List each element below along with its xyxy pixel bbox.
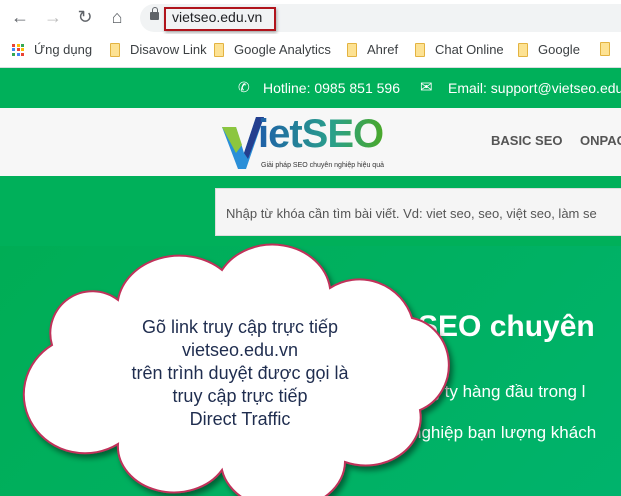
callout-line: vietseo.edu.vn [181, 340, 299, 360]
callout-text: Gõ link truy cập trực tiếp vietseo.edu.v… [90, 316, 390, 431]
callout-line: Gõ link truy cập trực tiếp [141, 317, 339, 337]
callout-line: truy cập trực tiếp [172, 386, 308, 406]
callout-line: trên trình duyệt được gọi là [131, 363, 349, 383]
callout-line: Direct Traffic [189, 409, 291, 429]
